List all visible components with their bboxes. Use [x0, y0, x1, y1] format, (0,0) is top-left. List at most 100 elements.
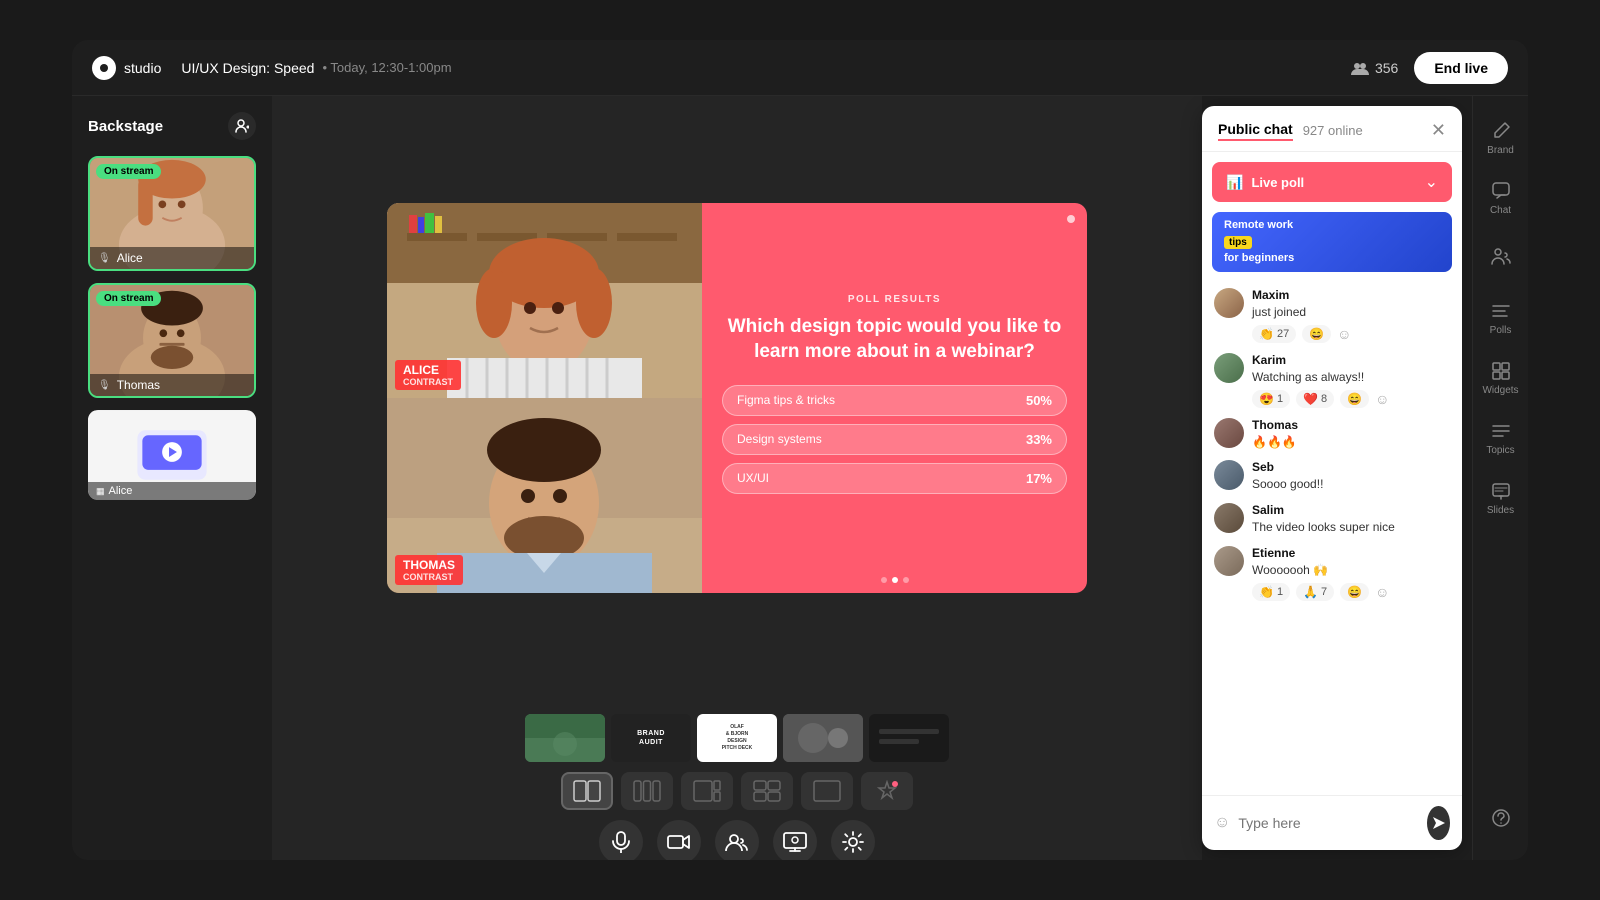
chat-message-seb: Seb Soooo good!!: [1214, 460, 1450, 493]
right-panel: Brand Chat: [1472, 96, 1528, 860]
reaction-btn-etienne-clap[interactable]: 👏1: [1252, 583, 1290, 601]
poll-option-3-text: UX/UI: [737, 471, 769, 485]
layout-four-button[interactable]: [741, 772, 793, 810]
reaction-btn-karim-heart-eyes[interactable]: 😍1: [1252, 390, 1290, 408]
msg-name-etienne: Etienne: [1252, 546, 1450, 560]
mic-icon: [611, 831, 631, 853]
reaction-btn-karim-smile[interactable]: 😄: [1340, 390, 1369, 408]
backstage-panel: Backstage On stream: [72, 96, 272, 860]
add-reaction-etienne[interactable]: ☺: [1375, 584, 1389, 600]
add-reaction-maxim[interactable]: ☺: [1337, 326, 1351, 342]
camera-button[interactable]: [657, 820, 701, 860]
widget-line1: Remote work: [1224, 219, 1293, 231]
avatar-thomas-chat: [1214, 418, 1244, 448]
layout-single-button[interactable]: [801, 772, 853, 810]
participant-card-thomas[interactable]: On stream �: [88, 283, 256, 398]
slide-thumb-5[interactable]: [869, 714, 949, 762]
avatar-etienne: [1214, 546, 1244, 576]
slides-panel-icon[interactable]: Slides: [1481, 472, 1521, 524]
layout-four-icon: [753, 780, 781, 802]
reaction-btn-maxim-smile[interactable]: 😄: [1302, 325, 1331, 343]
chat-icon-label: Chat: [1490, 205, 1511, 216]
end-live-button[interactable]: End live: [1414, 52, 1508, 84]
alice-feed: ALICE CONTRAST: [387, 203, 702, 398]
settings-icon: [842, 831, 864, 853]
help-panel-icon[interactable]: [1481, 792, 1521, 844]
add-reaction-karim[interactable]: ☺: [1375, 391, 1389, 407]
viewer-count: 356: [1351, 60, 1398, 76]
emoji-picker-button[interactable]: ☺: [1214, 814, 1230, 832]
slide-name-bar: ▦ Alice: [88, 482, 256, 500]
chat-send-button[interactable]: [1427, 806, 1450, 840]
topics-icon-label: Topics: [1486, 445, 1514, 456]
chat-close-button[interactable]: ✕: [1431, 120, 1446, 141]
polls-panel-icon[interactable]: Polls: [1481, 292, 1521, 344]
chat-panel-icon[interactable]: Chat: [1481, 172, 1521, 224]
slides-icon-label: Slides: [1487, 505, 1514, 516]
slide-thumb-1[interactable]: [525, 714, 605, 762]
chat-message-etienne: Etienne Wooooooh 🙌 👏1 🙏7 😄 ☺: [1214, 546, 1450, 601]
people-panel-icon[interactable]: [1481, 232, 1521, 284]
layout-one-right-button[interactable]: [681, 772, 733, 810]
slide-4-visual: [783, 714, 863, 762]
poll-option-3: UX/UI 17%: [722, 463, 1067, 494]
live-poll-text: Live poll: [1251, 175, 1304, 190]
mic-icon-thomas: 🎙: [98, 380, 111, 391]
on-stream-badge-alice: On stream: [96, 164, 161, 179]
header: studio UI/UX Design: Speed • Today, 12:3…: [72, 40, 1528, 96]
chat-tab-public[interactable]: Public chat: [1218, 121, 1293, 141]
participant-card-alice[interactable]: On stream 🎙: [88, 156, 256, 271]
slide-2-label: BRANDAUDIT: [637, 729, 665, 747]
reaction-btn-karim-heart[interactable]: ❤️8: [1296, 390, 1334, 408]
layout-three-col-icon: [633, 780, 661, 802]
reaction-btn-maxim-clap[interactable]: 👏27: [1252, 325, 1296, 343]
chat-messages: Maxim just joined 👏27 😄 ☺ Karim W: [1202, 280, 1462, 795]
widget-inner: Remote work tips for beginners: [1212, 212, 1452, 272]
widget-line2: for beginners: [1224, 252, 1294, 264]
logo-icon: [92, 56, 116, 80]
msg-content-karim: Karim Watching as always!! 😍1 ❤️8 😄 ☺: [1252, 353, 1450, 408]
slide-5-visual: [869, 714, 949, 762]
on-stream-badge-thomas: On stream: [96, 291, 161, 306]
settings-button[interactable]: [831, 820, 875, 860]
alice-name: Alice: [117, 251, 143, 265]
layout-two-col-icon: [573, 780, 601, 802]
widgets-panel-icon[interactable]: Widgets: [1481, 352, 1521, 404]
msg-text-seb: Soooo good!!: [1252, 476, 1450, 493]
layout-two-col-button[interactable]: [561, 772, 613, 810]
widgets-icon: [1491, 361, 1511, 381]
brand-panel-icon[interactable]: Brand: [1481, 112, 1521, 164]
edit-icon: [1491, 121, 1511, 141]
thomas-name: Thomas: [117, 378, 160, 392]
people-button[interactable]: [715, 820, 759, 860]
slide-thumb-4[interactable]: [783, 714, 863, 762]
msg-reactions-etienne: 👏1 🙏7 😄 ☺: [1252, 583, 1450, 601]
poll-option-1-text: Figma tips & tricks: [737, 393, 835, 407]
live-poll-chevron-icon: ⌄: [1425, 172, 1438, 192]
chat-title-area: Public chat 927 online: [1218, 121, 1363, 141]
layout-ai-icon: [873, 780, 901, 802]
reaction-btn-etienne-pray[interactable]: 🙏7: [1296, 583, 1334, 601]
app-name: studio: [124, 60, 161, 76]
mic-button[interactable]: [599, 820, 643, 860]
avatar-maxim: [1214, 288, 1244, 318]
poll-question: Which design topic would you like to lea…: [722, 315, 1067, 364]
chat-message-maxim: Maxim just joined 👏27 😄 ☺: [1214, 288, 1450, 343]
chat-input-field[interactable]: [1238, 815, 1419, 831]
layout-ai-button[interactable]: [861, 772, 913, 810]
reaction-btn-etienne-smile[interactable]: 😄: [1340, 583, 1369, 601]
msg-content-etienne: Etienne Wooooooh 🙌 👏1 🙏7 😄 ☺: [1252, 546, 1450, 601]
slide-thumb-2[interactable]: BRANDAUDIT: [611, 714, 691, 762]
live-poll-banner[interactable]: 📊 Live poll ⌄: [1212, 162, 1452, 202]
topics-panel-icon[interactable]: Topics: [1481, 412, 1521, 464]
msg-text-etienne: Wooooooh 🙌: [1252, 562, 1450, 579]
slide-card-alice[interactable]: ▦ Alice: [88, 410, 256, 500]
add-person-button[interactable]: [228, 112, 256, 140]
chat-online-count: 927 online: [1303, 123, 1363, 138]
layout-three-col-button[interactable]: [621, 772, 673, 810]
msg-text-thomas: 🔥🔥🔥: [1252, 434, 1450, 451]
slide-thumb-3[interactable]: OLAF& BJORNDESIGNPITCH DECK: [697, 714, 777, 762]
poll-dots: [881, 577, 909, 583]
screen-button[interactable]: [773, 820, 817, 860]
poll-option-2: Design systems 33%: [722, 424, 1067, 455]
